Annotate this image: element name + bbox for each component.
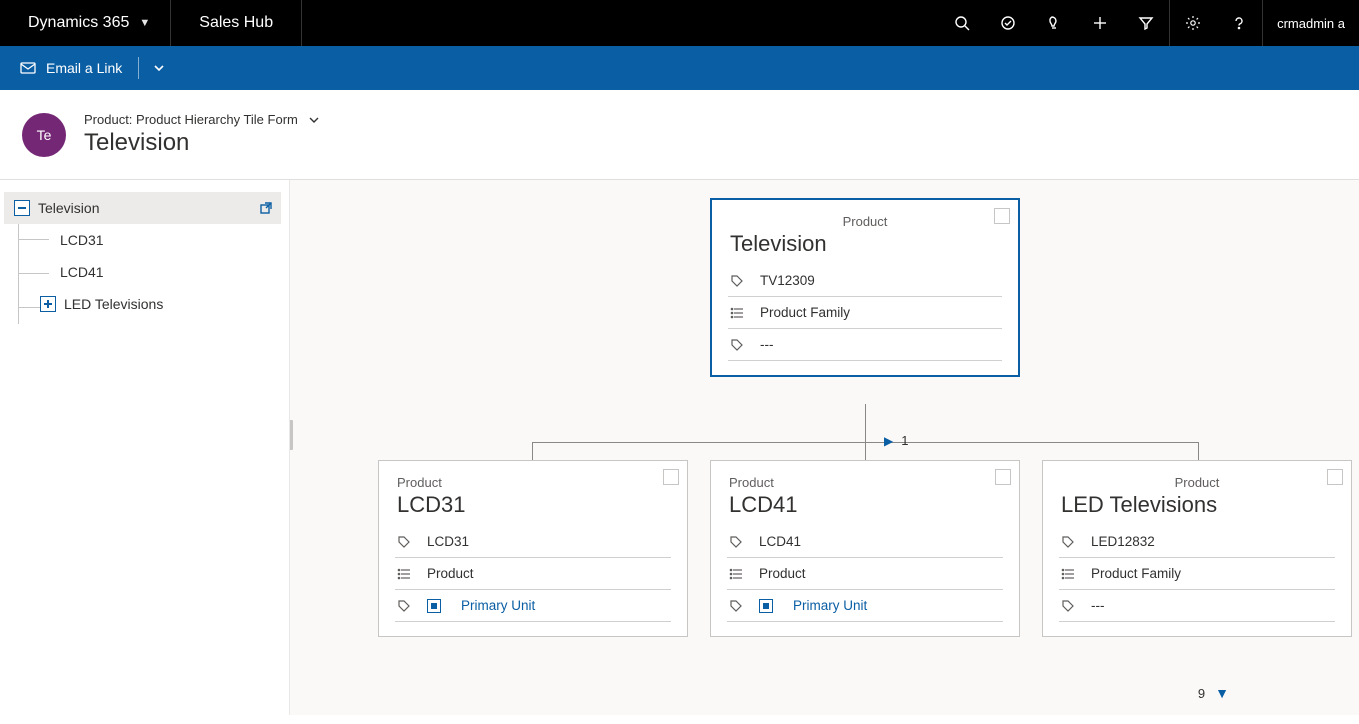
gear-icon[interactable] (1170, 0, 1216, 46)
tile-expand-icon[interactable] (1327, 469, 1343, 485)
tag-icon (1061, 535, 1077, 549)
email-link-dropdown[interactable] (149, 62, 169, 74)
tile-row-code: LED12832 (1059, 526, 1335, 558)
add-icon[interactable] (1077, 0, 1123, 46)
filter-icon[interactable] (1123, 0, 1169, 46)
tree-item-lcd31[interactable]: LCD31 (4, 224, 281, 256)
tile-name: LCD31 (397, 492, 669, 518)
open-record-icon[interactable] (259, 201, 273, 215)
tree-item-lcd41[interactable]: LCD41 (4, 256, 281, 288)
tile-name: Television (730, 231, 1000, 257)
tag-icon (1061, 599, 1077, 613)
hierarchy-canvas: ▶ 1 Product Television TV12309 Product F… (290, 180, 1359, 715)
arrow-right-icon: ▶ (884, 434, 893, 448)
assistant-icon[interactable] (1031, 0, 1077, 46)
search-icon[interactable] (939, 0, 985, 46)
expand-icon[interactable] (40, 296, 56, 312)
tag-icon (397, 599, 413, 613)
tag-icon (397, 535, 413, 549)
tile-lcd31[interactable]: Product LCD31 LCD31 Product Primary Unit (378, 460, 688, 637)
tile-kind: Product (729, 475, 1001, 490)
tile-kind: Product (397, 475, 669, 490)
tile-row-type: Product Family (728, 297, 1002, 329)
brand-label: Dynamics 365 (28, 14, 129, 32)
collapse-icon[interactable] (14, 200, 30, 216)
user-menu[interactable]: crmadmin a (1263, 0, 1359, 46)
lookup-icon (759, 599, 773, 613)
list-icon (730, 306, 746, 320)
page-title: Television (84, 129, 320, 157)
tile-expand-icon[interactable] (994, 208, 1010, 224)
tile-kind: Product (1061, 475, 1333, 490)
tile-kind: Product (730, 214, 1000, 229)
tile-row-unit[interactable]: Primary Unit (727, 590, 1003, 622)
tile-row-unit: --- (1059, 590, 1335, 622)
record-header: Te Product: Product Hierarchy Tile Form … (0, 90, 1359, 179)
chevron-down-icon: ▼ (139, 17, 150, 29)
tile-name: LED Televisions (1061, 492, 1333, 518)
app-name: Sales Hub (171, 0, 302, 46)
tile-row-unit[interactable]: Primary Unit (395, 590, 671, 622)
form-selector[interactable]: Product: Product Hierarchy Tile Form (84, 112, 320, 127)
tile-row-type: Product Family (1059, 558, 1335, 590)
page-indicator-top[interactable]: ▶ 1 (884, 433, 908, 448)
tile-expand-icon[interactable] (995, 469, 1011, 485)
chevron-down-icon (308, 114, 320, 126)
tile-row-code: LCD31 (395, 526, 671, 558)
tag-icon (729, 535, 745, 549)
email-link-button[interactable]: Email a Link (14, 60, 128, 76)
help-icon[interactable] (1216, 0, 1262, 46)
tag-icon (730, 338, 746, 352)
global-nav: Dynamics 365 ▼ Sales Hub crmadmin a (0, 0, 1359, 46)
tile-row-type: Product (727, 558, 1003, 590)
tile-led-televisions[interactable]: Product LED Televisions LED12832 Product… (1042, 460, 1352, 637)
tile-row-unit: --- (728, 329, 1002, 361)
tile-row-type: Product (395, 558, 671, 590)
tag-icon (729, 599, 745, 613)
app-switcher[interactable]: Dynamics 365 ▼ (0, 0, 171, 46)
tile-lcd41[interactable]: Product LCD41 LCD41 Product Primary Unit (710, 460, 1020, 637)
hierarchy-tree: Television LCD31 LCD41 LED Televisions (0, 180, 290, 715)
tile-television[interactable]: Product Television TV12309 Product Famil… (710, 198, 1020, 377)
tile-row-code: TV12309 (728, 265, 1002, 297)
list-icon (1061, 567, 1077, 581)
page-indicator-bottom[interactable]: 9 ▼ (1198, 685, 1229, 701)
task-flow-icon[interactable] (985, 0, 1031, 46)
tree-item-television[interactable]: Television (4, 192, 281, 224)
tag-icon (730, 274, 746, 288)
arrow-down-icon: ▼ (1215, 685, 1229, 701)
command-bar: Email a Link (0, 46, 1359, 90)
splitter-handle[interactable] (290, 420, 293, 450)
tile-expand-icon[interactable] (663, 469, 679, 485)
list-icon (729, 567, 745, 581)
list-icon (397, 567, 413, 581)
lookup-icon (427, 599, 441, 613)
tree-item-led-televisions[interactable]: LED Televisions (4, 288, 281, 320)
tile-name: LCD41 (729, 492, 1001, 518)
tile-row-code: LCD41 (727, 526, 1003, 558)
avatar: Te (22, 113, 66, 157)
